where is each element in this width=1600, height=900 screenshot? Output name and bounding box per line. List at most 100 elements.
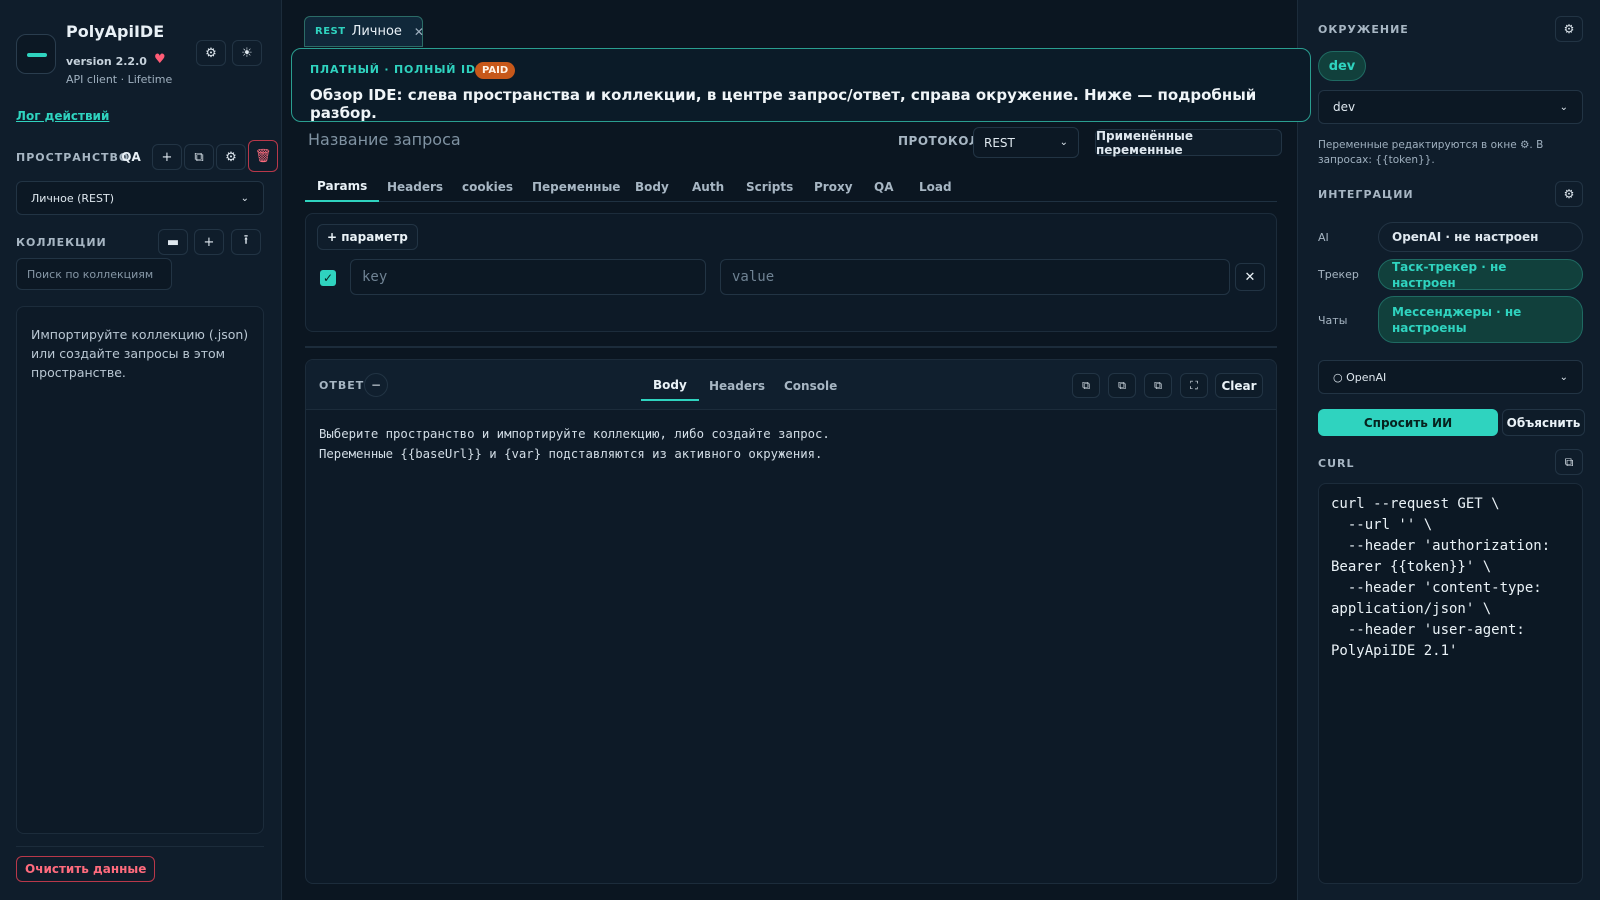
tab-load[interactable]: Load [919, 171, 952, 202]
plus-icon: + [161, 149, 173, 165]
response-body-line: Выберите пространство и импортируйте кол… [319, 427, 830, 441]
copy-curl-button[interactable]: ⧉ [1555, 449, 1583, 475]
folder-icon: ▬ [166, 234, 180, 250]
environment-note: Переменные редактируются в окне ⚙. В зап… [1318, 139, 1544, 166]
chevron-down-icon: ⌄ [1559, 371, 1568, 383]
import-collection-button[interactable]: ⭱ [231, 229, 261, 255]
protocol-select[interactable]: REST ⌄ [973, 127, 1079, 158]
paid-badge: PAID [475, 62, 516, 79]
explain-button[interactable]: Объяснить [1502, 409, 1585, 436]
collections-empty-state: Импортируйте коллекцию (.json) или созда… [16, 306, 264, 834]
active-environment-chip[interactable]: dev [1318, 51, 1366, 81]
request-tab[interactable]: REST Личное ✕ [304, 16, 424, 47]
response-tab-headers[interactable]: Headers [709, 370, 765, 401]
trash-icon: 🗑 [254, 148, 272, 164]
collections-heading: КОЛЛЕКЦИИ [16, 236, 107, 249]
collections-empty-text: Импортируйте коллекцию (.json) или созда… [31, 327, 249, 380]
tab-headers[interactable]: Headers [387, 171, 443, 202]
gear-icon: ⚙ [1563, 187, 1575, 201]
resize-handle[interactable] [305, 346, 1277, 348]
copy-all-button[interactable]: ⧉ [1144, 373, 1172, 398]
response-body: Выберите пространство и импортируйте кол… [319, 424, 830, 464]
response-tab-body[interactable]: Body [641, 370, 699, 401]
app-logo [16, 34, 56, 74]
copy-response-button[interactable]: ⧉ [1072, 373, 1100, 398]
app-title: PolyApiIDE [66, 22, 165, 41]
collections-search-input[interactable]: Поиск по коллекциям [16, 258, 172, 290]
response-body-line: Переменные {{baseUrl}} и {var} подставля… [319, 447, 823, 461]
space-tag[interactable]: QA [116, 144, 146, 170]
environment-select[interactable]: dev ⌄ [1318, 90, 1583, 124]
fullscreen-button[interactable]: ⛶ [1180, 373, 1208, 398]
banner-text: Обзор IDE: слева пространства и коллекци… [310, 86, 1257, 122]
param-value-input[interactable]: value [720, 259, 1230, 295]
delete-space-button[interactable]: 🗑 [248, 140, 278, 172]
params-panel: + параметр ✓ key value ✕ [305, 213, 1277, 332]
request-tabs: Params Headers cookies Переменные Body A… [305, 171, 1277, 202]
clear-data-button[interactable]: Очистить данные [16, 856, 156, 882]
ask-ai-button[interactable]: Спросить ИИ [1318, 409, 1498, 436]
tab-cookies[interactable]: cookies [462, 171, 513, 202]
sun-icon: ☀ [241, 45, 253, 61]
spaces-heading: ПРОСТРАНСТВО [16, 151, 130, 164]
settings-button[interactable]: ⚙ [196, 40, 226, 66]
response-header: ОТВЕТ − Body Headers Console ⧉ ⧉ ⧉ ⛶ Cle… [306, 360, 1276, 410]
add-collection-button[interactable]: + [194, 229, 224, 255]
integrations-settings-button[interactable]: ⚙ [1555, 181, 1583, 207]
chevron-down-icon: ⌄ [1559, 101, 1568, 113]
duplicate-space-button[interactable]: ⧉ [184, 144, 214, 170]
collections-search-placeholder: Поиск по коллекциям [27, 267, 154, 281]
integration-label-chats: Чаты [1318, 314, 1348, 327]
clear-response-button[interactable]: Clear [1215, 373, 1263, 398]
space-select[interactable]: Личное (REST) ⌄ [16, 181, 264, 215]
tab-params[interactable]: Params [305, 171, 380, 202]
copy-icon: ⧉ [194, 149, 204, 165]
space-settings-button[interactable]: ⚙ [216, 144, 246, 170]
copy-icon: ⧉ [1564, 454, 1574, 469]
remove-param-button[interactable]: ✕ [1235, 263, 1265, 291]
sidebar-divider [16, 846, 264, 847]
close-icon: ✕ [1244, 269, 1256, 285]
environment-settings-button[interactable]: ⚙ [1555, 16, 1583, 42]
response-panel: ОТВЕТ − Body Headers Console ⧉ ⧉ ⧉ ⛶ Cle… [305, 359, 1277, 884]
tab-proxy[interactable]: Proxy [814, 171, 853, 202]
tab-variables[interactable]: Переменные [532, 171, 620, 202]
license-label: API client · Lifetime [66, 73, 173, 86]
add-param-button[interactable]: + параметр [317, 224, 418, 250]
expand-icon: ⛶ [1190, 378, 1198, 392]
param-enabled-checkbox[interactable]: ✓ [320, 270, 336, 286]
minus-icon: − [370, 378, 382, 392]
collapse-response-button[interactable]: − [364, 373, 388, 397]
right-panel: ОКРУЖЕНИЕ ⚙ dev dev ⌄ Переменные редакти… [1297, 0, 1600, 900]
request-name-input[interactable]: Название запроса [308, 130, 461, 149]
copy-icon: ⧉ [1082, 378, 1090, 392]
tab-scripts[interactable]: Scripts [746, 171, 793, 202]
integration-label-tracker: Трекер [1318, 268, 1359, 281]
param-key-placeholder: key [362, 269, 388, 285]
integrations-heading: ИНТЕГРАЦИИ [1318, 188, 1414, 201]
copy-headers-button[interactable]: ⧉ [1108, 373, 1136, 398]
integration-label-ai: AI [1318, 231, 1329, 244]
tab-auth[interactable]: Auth [692, 171, 724, 202]
heart-icon[interactable]: ♥ [154, 52, 166, 67]
chevron-down-icon: ⌄ [240, 192, 249, 204]
action-log-link[interactable]: Лог действий [16, 109, 109, 123]
gear-icon: ⚙ [225, 149, 237, 165]
response-label: ОТВЕТ [319, 379, 365, 392]
integration-tracker-pill[interactable]: Таск-трекер · не настроен [1378, 259, 1583, 290]
close-icon[interactable]: ✕ [414, 25, 424, 39]
response-tab-console[interactable]: Console [784, 370, 837, 401]
ai-model-select[interactable]: ○ OpenAI ⌄ [1318, 360, 1583, 394]
copy-icon: ⧉ [1154, 378, 1162, 392]
banner-kicker: ПЛАТНЫЙ · ПОЛНЫЙ IDE [310, 63, 485, 76]
theme-toggle-button[interactable]: ☀ [232, 40, 262, 66]
tab-qa[interactable]: QA [874, 171, 894, 202]
integration-ai-pill[interactable]: OpenAI · не настроен [1378, 222, 1583, 252]
param-key-input[interactable]: key [350, 259, 706, 295]
new-folder-button[interactable]: ▬ [158, 229, 188, 255]
applied-variables-button[interactable]: Применённые переменные [1095, 129, 1282, 157]
add-space-button[interactable]: + [152, 144, 182, 170]
integration-chats-pill[interactable]: Мессенджеры · не настроены [1378, 296, 1583, 343]
gear-icon: ⚙ [205, 45, 217, 61]
tab-body[interactable]: Body [635, 171, 669, 202]
